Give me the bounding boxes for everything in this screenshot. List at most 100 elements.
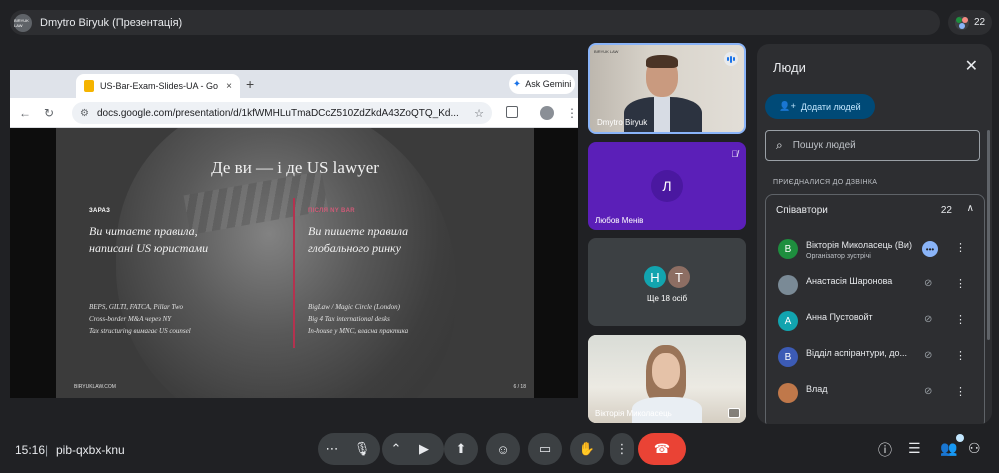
right-column-heading: Ви пишете правила глобального ринку xyxy=(308,223,408,257)
slide-page-number: 6 / 18 xyxy=(513,384,526,390)
more-options-icon[interactable]: ⋮ xyxy=(955,241,966,254)
search-placeholder: Пошук людей xyxy=(792,140,856,151)
participant-avatar: Т xyxy=(666,264,692,290)
captions-icon: ▭ xyxy=(538,441,552,456)
browser-tab-strip: US-Bar-Exam-Slides-UA - Go × + ✦ Ask Gem… xyxy=(10,70,578,98)
more-participants-tile[interactable]: Н Т Ще 18 осіб xyxy=(588,238,746,326)
activities-icon[interactable]: ⚇ xyxy=(968,440,981,457)
add-people-button[interactable]: 👤+ Додати людей xyxy=(765,94,875,119)
add-people-label: Додати людей xyxy=(800,101,861,112)
search-people-input[interactable]: ⌕ Пошук людей xyxy=(765,130,980,161)
browser-menu-icon[interactable]: ⋮ xyxy=(566,106,578,120)
present-screen-button[interactable]: ⬆ xyxy=(444,433,478,465)
more-vertical-icon: ⋮ xyxy=(615,441,629,456)
list-item: In-house у MNC, власна практика xyxy=(308,327,409,335)
bookmark-star-icon[interactable]: ☆ xyxy=(474,107,484,120)
people-panel: Люди ✕ 👤+ Додати людей ⌕ Пошук людей ПРИ… xyxy=(757,44,992,424)
slides-favicon-icon xyxy=(84,80,94,92)
more-options-icon[interactable]: ⋮ xyxy=(955,277,966,290)
audio-settings-button[interactable]: ⋯ xyxy=(318,433,346,465)
chevron-up-icon: ⌃ xyxy=(390,441,402,456)
avatar: В xyxy=(778,347,798,367)
microphone-button[interactable]: 🎙 xyxy=(346,433,378,465)
avatar xyxy=(778,275,798,295)
participant-tile-lyubov[interactable]: Л 🎙̸ Любов Менів xyxy=(588,142,746,230)
ask-gemini-label: Ask Gemini xyxy=(525,79,572,89)
chat-icon[interactable]: ☰ xyxy=(908,440,921,457)
meeting-time: 15:16 xyxy=(15,443,46,457)
person-name: Анна Пустовойт xyxy=(806,312,873,322)
raise-hand-button[interactable]: ✋ xyxy=(570,433,604,465)
meeting-control-bar: 15:16 | pib-qxbx-knu ⋯ 🎙 ⌃ ▶ ⬆ ☺ ▭ ✋ ⋮ ☎… xyxy=(0,428,999,473)
participants-avatars-icon xyxy=(954,15,969,30)
video-camera-icon: ▶ xyxy=(419,441,429,456)
person-name: Відділ аспірантури, до... xyxy=(806,348,908,358)
list-item[interactable]: Анастасія Шаронова ⊘ ⋮ xyxy=(778,271,978,301)
more-options-icon[interactable]: ⋮ xyxy=(955,349,966,362)
address-bar[interactable]: ⚙ docs.google.com/presentation/d/1kfWMHL… xyxy=(72,102,492,124)
right-heading-line-2: глобального ринку xyxy=(308,241,401,255)
right-column-label: ПІСЛЯ NY BAR xyxy=(308,208,355,214)
presentation-slide: Де ви — і де US lawyer ЗАРАЗ Ви читаєте … xyxy=(56,128,534,398)
camera-button[interactable]: ▶ xyxy=(408,433,440,465)
group-label: Співавтори xyxy=(776,205,828,216)
mic-off-icon: ⊘ xyxy=(924,350,933,361)
picture-in-picture-icon[interactable] xyxy=(728,408,740,418)
avatar: В xyxy=(778,239,798,259)
left-column-list: BEPS, GILTI, FATCA, Pillar Two Cross-bor… xyxy=(89,301,191,337)
more-options-button[interactable]: ⋮ xyxy=(610,433,634,465)
close-icon[interactable]: ✕ xyxy=(965,56,978,76)
presentation-title-bar[interactable]: BIRYUK LAW Dmytro Biryuk (Презентація) xyxy=(10,10,940,35)
tab-close-icon[interactable]: × xyxy=(226,81,232,92)
presenter-logo: BIRYUK LAW xyxy=(594,49,619,54)
people-icon[interactable]: 👥 xyxy=(940,440,957,457)
presenter-video-tile[interactable]: BIRYUK LAW Dmytro Biryuk xyxy=(588,43,746,134)
shared-screen: US-Bar-Exam-Slides-UA - Go × + ✦ Ask Gem… xyxy=(10,70,578,398)
people-scrollbar[interactable] xyxy=(987,130,990,340)
more-options-icon[interactable]: ⋮ xyxy=(955,385,966,398)
column-divider xyxy=(293,198,295,348)
presentation-title: Dmytro Biryuk (Презентація) xyxy=(40,16,183,29)
mic-off-icon: ⊘ xyxy=(924,386,933,397)
chevron-up-icon[interactable]: ∧ xyxy=(967,203,974,214)
browser-tab-title: US-Bar-Exam-Slides-UA - Go xyxy=(100,81,219,91)
list-item[interactable]: В Вікторія Миколасець (Ви) Організатор з… xyxy=(778,235,978,265)
self-video-tile[interactable]: Вікторія Миколасець xyxy=(588,335,746,423)
browser-tab[interactable]: US-Bar-Exam-Slides-UA - Go × xyxy=(76,74,240,98)
reactions-button[interactable]: ☺ xyxy=(486,433,520,465)
participant-count-button[interactable]: 22 xyxy=(948,10,992,35)
right-heading-line-1: Ви пишете правила xyxy=(308,224,409,238)
gemini-sparkle-icon: ✦ xyxy=(512,78,522,90)
ask-gemini-button[interactable]: ✦ Ask Gemini xyxy=(509,74,575,94)
people-panel-title: Люди xyxy=(773,60,806,75)
reload-icon[interactable]: ↻ xyxy=(40,106,58,120)
left-column-label: ЗАРАЗ xyxy=(89,208,111,214)
extensions-icon[interactable] xyxy=(506,106,518,118)
mic-off-icon: 🎙̸ xyxy=(731,149,738,159)
notification-badge xyxy=(956,434,964,442)
site-settings-icon[interactable]: ⚙ xyxy=(80,108,89,119)
new-tab-button[interactable]: + xyxy=(246,76,254,92)
participant-count: 22 xyxy=(973,17,986,28)
list-item[interactable]: В Відділ аспірантури, до... ⊘ ⋮ xyxy=(778,343,978,373)
more-options-icon[interactable]: ⋮ xyxy=(955,313,966,326)
self-name: Вікторія Миколасець xyxy=(595,409,672,418)
list-item[interactable]: А Анна Пустовойт ⊘ ⋮ xyxy=(778,307,978,337)
emoji-icon: ☺ xyxy=(496,441,510,457)
meeting-details-icon[interactable]: ⓘ xyxy=(878,440,892,460)
back-arrow-icon[interactable]: ← xyxy=(16,106,34,120)
captions-button[interactable]: ▭ xyxy=(528,433,562,465)
group-count: 22 xyxy=(940,205,952,216)
mic-off-icon: ⊘ xyxy=(924,278,933,289)
search-icon: ⌕ xyxy=(776,138,783,152)
participant-name: Любов Менів xyxy=(595,216,644,225)
list-item: Big 4 Tax international desks xyxy=(308,315,390,323)
person-name: Влад xyxy=(806,384,828,394)
list-item[interactable]: Влад ⊘ ⋮ xyxy=(778,379,978,409)
leave-call-button[interactable]: ☎ xyxy=(638,433,686,465)
left-heading-line-2: написані US юристами xyxy=(89,241,209,255)
profile-avatar[interactable] xyxy=(540,106,554,120)
camera-settings-button[interactable]: ⌃ xyxy=(382,433,410,465)
collaborators-group: Співавтори 22 ∧ В Вікторія Миколасець (В… xyxy=(765,194,985,424)
collaborators-header[interactable]: Співавтори 22 ∧ xyxy=(776,203,976,216)
